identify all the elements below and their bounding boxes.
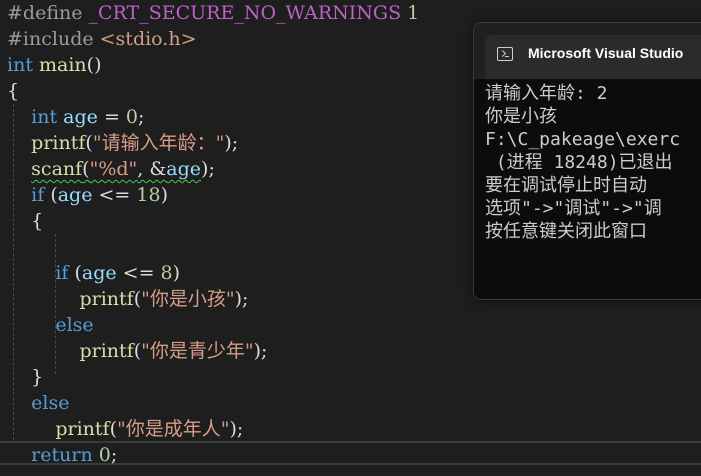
- code-token: <=: [116, 262, 161, 284]
- code-line[interactable]: if (age <= 8): [7, 260, 180, 286]
- code-token: "你是小孩": [141, 288, 235, 310]
- code-token: int: [31, 106, 58, 128]
- console-output-line: (进程 18248)已退出: [485, 152, 673, 173]
- code-token: {: [7, 210, 44, 232]
- code-token: <stdio.h>: [99, 28, 197, 50]
- code-token: else: [31, 392, 70, 414]
- console-window[interactable]: Microsoft Visual Studio 请输入年龄: 2 你是小孩 F:\C…: [473, 22, 701, 300]
- code-token: "你是青少年": [141, 340, 254, 362]
- code-token: =: [97, 106, 126, 128]
- console-output-line: F:\C_pakeage\exerc: [485, 129, 681, 150]
- code-token: "你是成年人": [116, 418, 230, 440]
- code-token: );: [224, 132, 239, 154]
- code-line[interactable]: return 0;: [7, 442, 117, 468]
- code-token: );: [253, 340, 268, 362]
- code-line[interactable]: int age = 0;: [7, 104, 144, 130]
- console-output-line: 你是小孩: [485, 106, 557, 127]
- code-token: 0: [125, 106, 138, 128]
- code-line[interactable]: printf("你是青少年");: [7, 338, 267, 364]
- code-line[interactable]: scanf("%d", &age);: [7, 156, 215, 182]
- code-token: #define: [7, 2, 89, 24]
- code-token: scanf: [31, 158, 83, 180]
- code-token: "请输入年龄：": [92, 132, 225, 154]
- console-output-line: 选项"->"调试"->"调: [485, 198, 662, 219]
- code-token: 0: [98, 444, 111, 466]
- code-line[interactable]: printf("请输入年龄：");: [7, 130, 238, 156]
- code-token: printf: [31, 132, 86, 154]
- code-token: printf: [79, 340, 134, 362]
- code-token: 18: [136, 184, 161, 206]
- code-token: <=: [92, 184, 137, 206]
- code-token: );: [234, 288, 249, 310]
- code-token: (: [82, 158, 90, 180]
- code-token: age: [63, 106, 98, 128]
- code-line[interactable]: }: [7, 364, 43, 390]
- code-line[interactable]: else: [7, 312, 94, 338]
- console-output[interactable]: 请输入年龄: 2 你是小孩 F:\C_pakeage\exerc (进程 18248…: [474, 79, 701, 299]
- code-token: if: [55, 262, 69, 284]
- code-line[interactable]: {: [7, 78, 19, 104]
- code-token: age: [57, 184, 93, 206]
- code-token: (: [44, 184, 58, 206]
- code-token: _CRT_SECURE_NO_WARNINGS: [88, 2, 402, 24]
- code-token: (): [86, 54, 102, 76]
- code-token: , &: [137, 158, 167, 180]
- code-line[interactable]: if (age <= 18): [7, 182, 168, 208]
- code-token: main: [39, 54, 87, 76]
- code-token: return: [31, 444, 93, 466]
- code-token: age: [166, 158, 202, 180]
- console-output-line: 按任意键关闭此窗口: [485, 221, 647, 242]
- code-token: }: [7, 366, 44, 388]
- code-line[interactable]: printf("你是成年人");: [7, 416, 243, 442]
- code-token: (: [68, 262, 82, 284]
- code-token: ): [160, 184, 168, 206]
- console-output-line: 请输入年龄: 2: [485, 83, 608, 104]
- code-token: {: [7, 80, 20, 102]
- code-token: ;: [138, 106, 145, 128]
- console-title: Microsoft Visual Studio: [528, 45, 684, 61]
- code-token: printf: [79, 288, 134, 310]
- code-line[interactable]: {: [7, 208, 43, 234]
- code-token: 8: [160, 262, 173, 284]
- code-token: (: [109, 418, 117, 440]
- code-token: age: [81, 262, 117, 284]
- code-token: if: [31, 184, 45, 206]
- code-token: ): [172, 262, 181, 284]
- terminal-icon: [497, 47, 513, 61]
- console-output-line: 要在调试停止时自动: [485, 175, 647, 196]
- code-token: );: [201, 158, 215, 180]
- code-token: #include: [7, 28, 100, 50]
- code-line[interactable]: else: [7, 390, 70, 416]
- code-line[interactable]: #define _CRT_SECURE_NO_WARNINGS 1: [7, 0, 419, 26]
- code-line[interactable]: printf("你是小孩");: [7, 286, 248, 312]
- code-token: ;: [110, 444, 118, 466]
- code-token: int: [7, 54, 33, 76]
- code-line[interactable]: #include <stdio.h>: [7, 26, 197, 52]
- code-line[interactable]: int main(): [7, 52, 102, 78]
- code-token: 1: [401, 2, 420, 24]
- code-token: else: [55, 314, 94, 336]
- console-tab[interactable]: Microsoft Visual Studio: [485, 35, 701, 79]
- code-token: "%d": [89, 158, 138, 180]
- code-token: );: [229, 418, 244, 440]
- console-titlebar[interactable]: Microsoft Visual Studio: [474, 23, 701, 79]
- code-token: printf: [55, 418, 110, 440]
- code-token: (: [85, 132, 93, 154]
